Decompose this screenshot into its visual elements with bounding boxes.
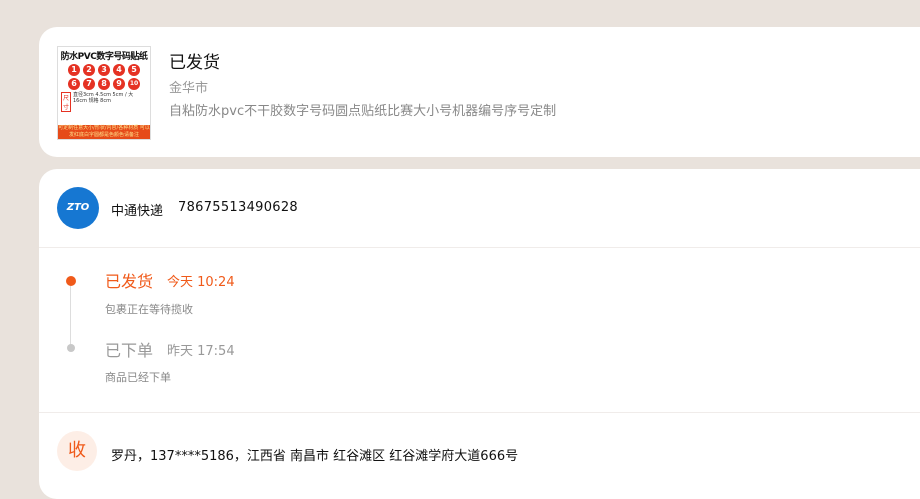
divider [39, 247, 920, 248]
number-dot: 9 [113, 78, 125, 90]
order-status: 已发货 [169, 53, 220, 73]
number-dot: 6 [68, 78, 80, 90]
event-status: 已下单 [105, 341, 154, 360]
number-dot: 7 [83, 78, 95, 90]
thumbnail-ruler: 尺寸 [61, 92, 71, 112]
tracking-number[interactable]: 78675513490628 [178, 200, 298, 215]
number-dot: 8 [98, 78, 110, 90]
event-status: 已发货 [105, 272, 154, 291]
number-dot: 5 [128, 64, 140, 76]
thumbnail-title: 防水PVC数字号码贴纸 [60, 52, 148, 62]
timeline-dot [67, 344, 75, 352]
number-dot: 4 [113, 64, 125, 76]
receiver-address[interactable]: 罗丹，137****5186，江西省 南昌市 红谷滩区 红谷滩学府大道666号 [111, 445, 518, 464]
receiver-icon: 收 [57, 431, 97, 471]
product-thumbnail[interactable]: 防水PVC数字号码贴纸 1 2 3 4 5 6 7 8 9 10 尺寸 直径3c… [57, 46, 151, 140]
event-description: 商品已经下单 [105, 371, 171, 384]
carrier-logo: ZTO [57, 187, 99, 229]
thumbnail-band: 可定制任意大小/形状/内容/各种材质 可以发红底白字圆都是色颜色请备注 [58, 125, 150, 139]
event-description: 包裹正在等待揽收 [105, 303, 193, 316]
order-city: 金华市 [169, 81, 209, 96]
number-dot: 1 [68, 64, 80, 76]
thumbnail-size-info: 尺寸 直径3cm 4.5cm 5cm / 大16cm 规格 8cm [61, 92, 147, 112]
product-title[interactable]: 自粘防水pvc不干胶数字号码圆点贴纸比赛大小号机器编号序号定制 [169, 100, 556, 119]
thumbnail-number-row-1: 1 2 3 4 5 [58, 64, 150, 76]
carrier-name: 中通快递 [111, 204, 164, 219]
thumbnail-sizes: 直径3cm 4.5cm 5cm / 大16cm 规格 8cm [73, 92, 134, 104]
thumbnail-number-row-2: 6 7 8 9 10 [58, 78, 150, 90]
number-dot: 3 [98, 64, 110, 76]
event-time: 今天 10:24 [167, 275, 235, 290]
event-time: 昨天 17:54 [167, 344, 235, 359]
timeline-dot-active [66, 276, 76, 286]
divider [39, 412, 920, 413]
number-dot: 10 [128, 78, 140, 90]
timeline-line [70, 285, 71, 347]
logistics-card: ZTO 中通快递 78675513490628 已发货 今天 10:24 包裹正… [39, 169, 920, 499]
order-card[interactable]: 防水PVC数字号码贴纸 1 2 3 4 5 6 7 8 9 10 尺寸 直径3c… [39, 27, 920, 157]
number-dot: 2 [83, 64, 95, 76]
